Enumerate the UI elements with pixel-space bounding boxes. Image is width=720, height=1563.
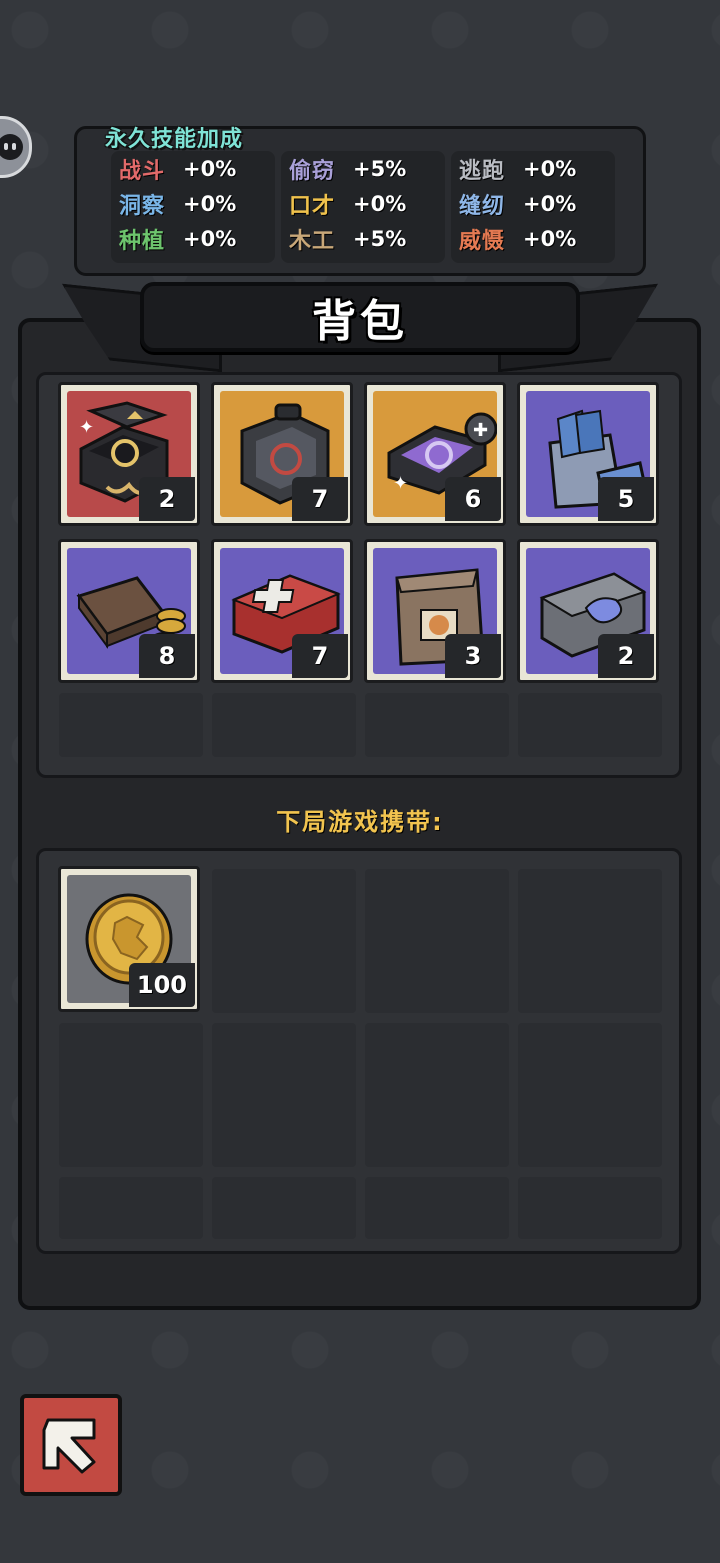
skill-column-3: 逃跑 +0% 缝纫 +0% 威慑 +0%: [451, 151, 615, 263]
empty-slot: [518, 1177, 662, 1239]
empty-slot: [365, 1023, 509, 1167]
carry-item[interactable]: 100: [58, 866, 200, 1012]
empty-slot: [212, 869, 356, 1013]
empty-slot: [365, 1177, 509, 1239]
skill-name: 种植: [119, 228, 166, 254]
skill-name: 木工: [289, 228, 336, 254]
skill-row: 偷窃 +5%: [281, 151, 445, 186]
back-button[interactable]: [20, 1394, 122, 1496]
backpack-title: 背包: [312, 296, 408, 347]
skill-row: 缝纫 +0%: [451, 186, 615, 221]
skill-value: +0%: [523, 226, 577, 251]
back-arrow-icon: [42, 1418, 96, 1474]
empty-slot: [518, 693, 662, 757]
skill-value: +0%: [353, 191, 407, 216]
svg-text:✦: ✦: [79, 417, 94, 438]
skill-name: 威慑: [459, 228, 506, 254]
empty-slot: [518, 1023, 662, 1167]
empty-slot: [59, 1177, 203, 1239]
empty-slot: [365, 693, 509, 757]
skill-row: 口才 +0%: [281, 186, 445, 221]
item-count: 8: [139, 634, 195, 678]
skill-row: 洞察 +0%: [111, 186, 275, 221]
backpack-item[interactable]: 3: [364, 539, 506, 683]
empty-slot: [518, 869, 662, 1013]
skill-value: +5%: [353, 226, 407, 251]
carry-label: 下局游戏携带:: [276, 808, 444, 836]
skill-name: 洞察: [119, 193, 166, 219]
empty-slot: [212, 693, 356, 757]
svg-text:✚: ✚: [473, 420, 488, 441]
backpack-item[interactable]: ✚ ✦ 6: [364, 382, 506, 526]
item-count: 100: [128, 963, 195, 1007]
chat-face-icon: [0, 134, 23, 160]
skill-value: +0%: [183, 191, 237, 216]
skill-name: 战斗: [119, 158, 166, 184]
backpack-item[interactable]: 7: [211, 382, 353, 526]
skill-column-2: 偷窃 +5% 口才 +0% 木工 +5%: [281, 151, 445, 263]
skill-value: +0%: [523, 191, 577, 216]
skill-row: 木工 +5%: [281, 221, 445, 256]
item-count: 7: [292, 634, 348, 678]
empty-slot: [212, 1177, 356, 1239]
backpack-item[interactable]: 2: [517, 539, 659, 683]
backpack-item[interactable]: ✦ 2: [58, 382, 200, 526]
skill-column-1: 战斗 +0% 洞察 +0% 种植 +0%: [111, 151, 275, 263]
empty-slot: [365, 869, 509, 1013]
skill-panel-title: 永久技能加成: [105, 127, 244, 152]
skill-name: 偷窃: [289, 158, 336, 184]
skill-name: 逃跑: [459, 158, 506, 184]
skill-row: 战斗 +0%: [111, 151, 275, 186]
item-count: 5: [598, 477, 654, 521]
skill-name: 缝纫: [459, 193, 506, 219]
backpack-item[interactable]: 8: [58, 539, 200, 683]
backpack-title-plate: 背包: [140, 282, 580, 352]
skill-value: +5%: [353, 156, 407, 181]
skill-row: 种植 +0%: [111, 221, 275, 256]
skill-row: 逃跑 +0%: [451, 151, 615, 186]
backpack-item[interactable]: 7: [211, 539, 353, 683]
skill-name: 口才: [289, 193, 336, 219]
item-count: 3: [445, 634, 501, 678]
skill-value: +0%: [183, 156, 237, 181]
item-count: 2: [139, 477, 195, 521]
skill-row: 威慑 +0%: [451, 221, 615, 256]
empty-slot: [212, 1023, 356, 1167]
item-count: 6: [445, 477, 501, 521]
skill-value: +0%: [183, 226, 237, 251]
empty-slot: [59, 693, 203, 757]
backpack-item[interactable]: 5: [517, 382, 659, 526]
skill-value: +0%: [523, 156, 577, 181]
svg-text:✦: ✦: [393, 473, 408, 494]
item-count: 2: [598, 634, 654, 678]
item-count: 7: [292, 477, 348, 521]
skill-bonus-panel: 永久技能加成 战斗 +0% 洞察 +0% 种植 +0% 偷窃 +5% 口才 +0…: [74, 126, 646, 276]
empty-slot: [59, 1023, 203, 1167]
